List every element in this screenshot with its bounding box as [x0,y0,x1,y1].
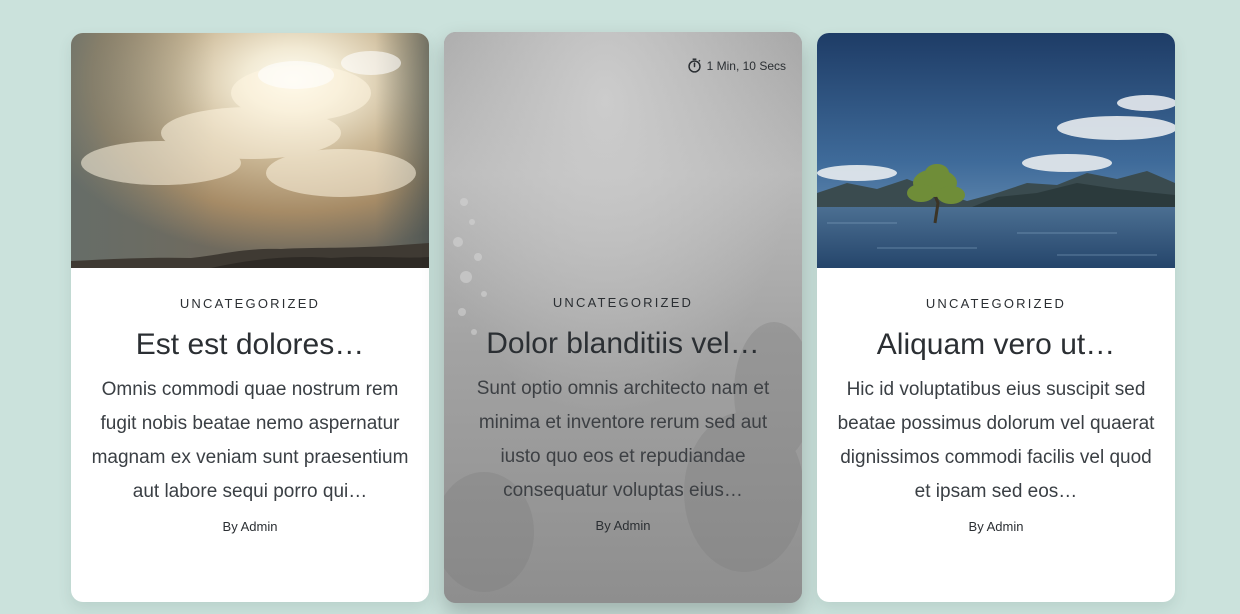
post-thumbnail[interactable] [817,33,1175,268]
post-excerpt: Hic id voluptatibus eius suscipit sed be… [837,379,1155,502]
read-time-label: 1 Min, 10 Secs [706,58,786,73]
post-category[interactable]: UNCATEGORIZED [464,295,782,310]
post-excerpt: Sunt optio omnis architecto nam et minim… [476,378,770,501]
read-time: 1 Min, 10 Secs [687,58,786,73]
post-title[interactable]: Aliquam vero ut… [837,327,1155,363]
post-card[interactable]: UNCATEGORIZED Est est dolores… Omnis com… [71,33,429,602]
post-author[interactable]: By Admin [464,518,782,533]
stopwatch-icon [687,58,702,73]
sunlit-clouds-image [71,33,429,268]
post-category[interactable]: UNCATEGORIZED [91,296,409,311]
post-author[interactable]: By Admin [91,519,409,534]
post-title[interactable]: Est est dolores… [91,327,409,363]
post-author[interactable]: By Admin [837,519,1155,534]
post-card[interactable]: UNCATEGORIZED Aliquam vero ut… Hic id vo… [817,33,1175,602]
post-card[interactable]: 1 Min, 10 Secs UNCATEGORIZED Dolor bland… [444,32,802,603]
post-thumbnail[interactable] [71,33,429,268]
post-title[interactable]: Dolor blanditiis vel… [464,326,782,362]
post-excerpt: Omnis commodi quae nostrum rem fugit nob… [91,379,409,502]
lake-tree-image [817,33,1175,268]
post-category[interactable]: UNCATEGORIZED [837,296,1155,311]
